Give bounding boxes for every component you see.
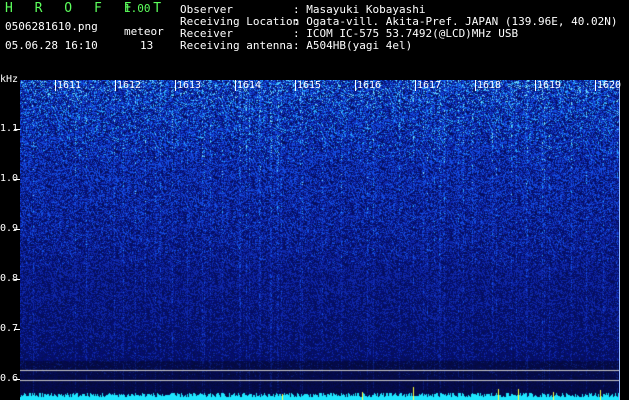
x-tick-label: 1614 <box>237 80 262 91</box>
x-tick-mark <box>355 80 356 91</box>
x-tick-label: 1620 <box>597 80 622 91</box>
x-tick-label: 1618 <box>477 80 502 91</box>
y-tick-mark <box>14 129 20 130</box>
spectrogram-frame <box>20 80 620 400</box>
x-tick-mark <box>595 80 596 91</box>
y-tick-mark <box>14 179 20 180</box>
y-tick-mark <box>14 379 20 380</box>
app-version: 1.00 <box>124 2 151 15</box>
x-tick-label: 1617 <box>417 80 442 91</box>
x-tick-mark <box>235 80 236 91</box>
x-tick-mark <box>115 80 116 91</box>
image-filename: 0506281610.png <box>5 20 98 33</box>
x-tick-mark <box>415 80 416 91</box>
y-axis-unit: kHz <box>0 74 19 85</box>
x-tick-label: 1613 <box>177 80 202 91</box>
image-timestamp: 05.06.28 16:10 <box>5 39 98 52</box>
x-tick-label: 1612 <box>117 80 142 91</box>
y-tick-mark <box>14 279 20 280</box>
x-tick-label: 1619 <box>537 80 562 91</box>
x-tick-mark <box>475 80 476 91</box>
antenna-label: Receiving antenna <box>180 39 293 52</box>
antenna-value: : A504HB(yagi 4el) <box>293 39 413 52</box>
meteor-count: 13 <box>140 39 154 52</box>
x-tick-label: 1615 <box>297 80 322 91</box>
x-tick-mark <box>295 80 296 91</box>
header-panel: H R O F F T 1.00 0506281610.png 05.06.28… <box>0 0 629 80</box>
meteor-label: meteor <box>124 25 164 38</box>
x-tick-label: 1616 <box>357 80 382 91</box>
x-tick-label: 1611 <box>57 80 82 91</box>
y-tick-mark <box>14 329 20 330</box>
x-tick-mark <box>55 80 56 91</box>
y-tick-mark <box>14 229 20 230</box>
x-tick-mark <box>535 80 536 91</box>
x-tick-mark <box>175 80 176 91</box>
